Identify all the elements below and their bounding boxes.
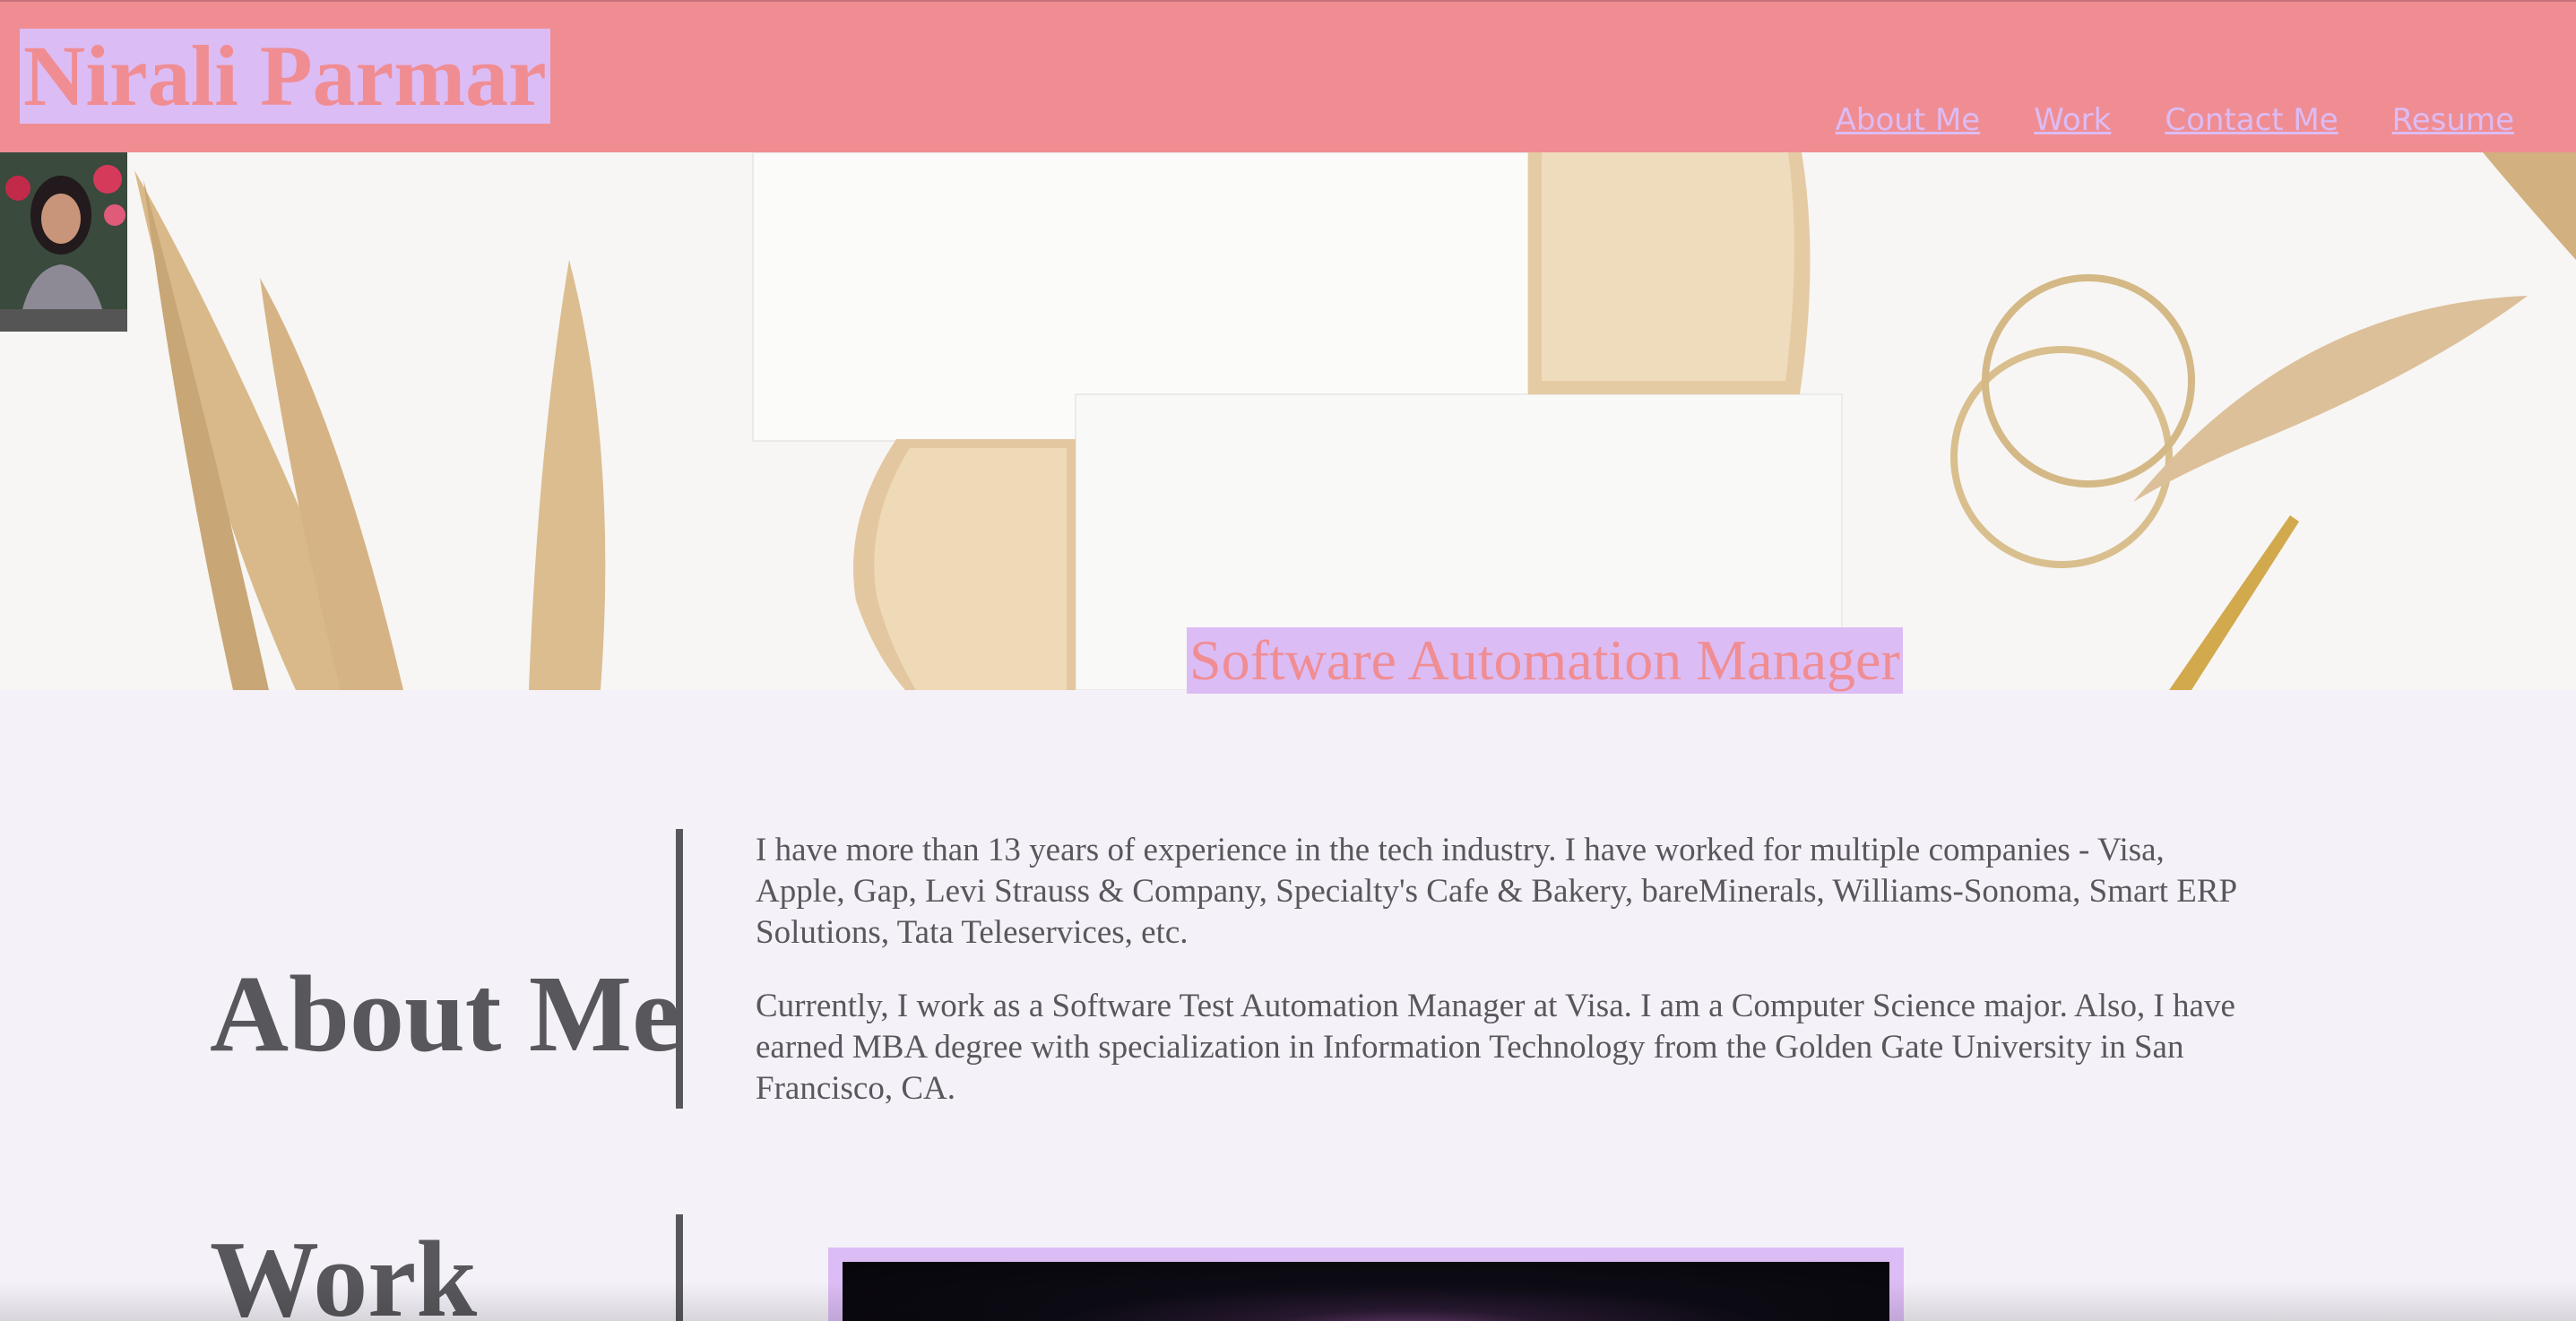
work-thumbnail-frame[interactable]: [828, 1248, 1904, 1321]
nav-link-about-me[interactable]: About Me: [1836, 102, 1981, 138]
site-header: Nirali Parmar About Me Work Contact Me R…: [0, 0, 2576, 152]
site-title: Nirali Parmar: [20, 29, 550, 124]
portfolio-page: Nirali Parmar About Me Work Contact Me R…: [0, 0, 2576, 1321]
about-heading: About Me: [210, 954, 681, 1075]
nav-link-contact-me[interactable]: Contact Me: [2165, 102, 2338, 138]
main-nav: About Me Work Contact Me Resume: [1836, 102, 2514, 138]
about-paragraph-1: I have more than 13 years of experience …: [756, 832, 2236, 951]
work-heading: Work: [210, 1219, 478, 1321]
profile-photo: [0, 152, 127, 332]
about-divider: [676, 829, 683, 1109]
nav-link-work[interactable]: Work: [2034, 102, 2111, 138]
work-thumbnail-image: [843, 1262, 1889, 1321]
hero-banner: [0, 152, 2576, 690]
about-paragraph-2: Currently, I work as a Software Test Aut…: [756, 988, 2235, 1107]
work-divider: [676, 1214, 683, 1321]
nav-link-resume[interactable]: Resume: [2392, 102, 2514, 138]
hero-subtitle: Software Automation Manager: [1187, 627, 1903, 694]
hero-background-image: [134, 152, 2576, 690]
profile-photo-image: [0, 152, 127, 332]
